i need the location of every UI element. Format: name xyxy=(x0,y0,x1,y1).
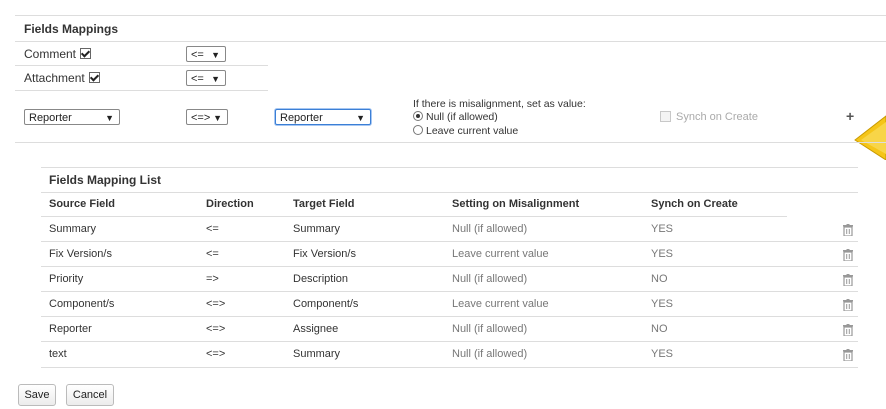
cell-setting: Null (if allowed) xyxy=(452,348,528,360)
cell-setting: Leave current value xyxy=(452,248,549,260)
header-direction: Direction xyxy=(206,198,254,210)
row-divider xyxy=(15,65,268,66)
cell-direction: <=> xyxy=(206,298,226,310)
cell-source: Summary xyxy=(49,223,97,235)
attachment-checkbox[interactable] xyxy=(88,72,100,84)
radio-leave[interactable] xyxy=(413,125,423,136)
row-divider xyxy=(41,266,858,267)
attachment-label: Attachment xyxy=(24,71,85,85)
title-divider xyxy=(15,41,886,42)
trash-icon[interactable] xyxy=(843,349,853,361)
cell-direction: <=> xyxy=(206,348,226,360)
row-divider xyxy=(15,90,268,91)
comment-checkbox[interactable] xyxy=(80,48,92,60)
save-button[interactable]: Save xyxy=(18,384,56,406)
row-divider xyxy=(41,241,858,242)
cell-synch: NO xyxy=(651,273,668,285)
cell-target: Description xyxy=(293,273,349,285)
row-divider xyxy=(41,316,858,317)
option-null[interactable]: Null (if allowed) xyxy=(413,111,498,123)
cell-direction: <= xyxy=(206,248,219,260)
section-divider xyxy=(15,142,886,143)
chevron-down-icon: ▼ xyxy=(356,113,365,123)
cell-target: Summary xyxy=(293,223,341,235)
header-divider xyxy=(41,216,787,217)
trash-icon[interactable] xyxy=(843,299,853,311)
trash-icon[interactable] xyxy=(843,324,853,336)
comment-row: Comment xyxy=(24,47,92,61)
cell-source: text xyxy=(49,348,67,360)
cell-target: Assignee xyxy=(293,323,339,335)
list-title-divider xyxy=(41,192,858,193)
header-synch: Synch on Create xyxy=(651,198,738,210)
option-leave[interactable]: Leave current value xyxy=(413,125,518,137)
chevron-down-icon: ▼ xyxy=(105,113,114,123)
row-divider xyxy=(41,291,858,292)
trash-icon[interactable] xyxy=(843,224,853,236)
cell-target: Fix Version/s xyxy=(293,248,356,260)
row-divider xyxy=(41,367,858,368)
row-divider xyxy=(41,341,858,342)
section-title: Fields Mappings xyxy=(24,22,119,36)
list-top-divider xyxy=(41,167,858,168)
chevron-down-icon: ▼ xyxy=(211,74,220,84)
cell-setting: Leave current value xyxy=(452,298,549,310)
arrow-cursor-icon xyxy=(854,115,886,160)
cell-direction: <= xyxy=(206,223,219,235)
direction-select[interactable]: <=> ▼ xyxy=(186,109,228,125)
cell-direction: <=> xyxy=(206,323,226,335)
cell-source: Reporter xyxy=(49,323,92,335)
cell-target: Component/s xyxy=(293,298,359,310)
header-setting: Setting on Misalignment xyxy=(452,198,580,210)
list-title: Fields Mapping List xyxy=(49,173,162,187)
cell-source: Component/s xyxy=(49,298,115,310)
cell-synch: NO xyxy=(651,323,668,335)
comment-label: Comment xyxy=(24,47,77,61)
chevron-down-icon: ▼ xyxy=(213,113,222,123)
cell-setting: Null (if allowed) xyxy=(452,223,528,235)
misalignment-prompt: If there is misalignment, set as value: xyxy=(413,98,586,110)
cell-source: Fix Version/s xyxy=(49,248,112,260)
synch-on-create-checkbox[interactable] xyxy=(660,110,671,122)
comment-direction-select[interactable]: <= ▼ xyxy=(186,46,226,62)
cell-synch: YES xyxy=(651,248,674,260)
cell-synch: YES xyxy=(651,298,674,310)
cell-synch: YES xyxy=(651,223,674,235)
target-field-select[interactable]: Reporter ▼ xyxy=(275,109,371,125)
trash-icon[interactable] xyxy=(843,249,853,261)
source-field-select[interactable]: Reporter ▼ xyxy=(24,109,120,125)
attachment-row: Attachment xyxy=(24,71,100,85)
cell-setting: Null (if allowed) xyxy=(452,273,528,285)
radio-null[interactable] xyxy=(413,111,423,122)
header-target-field: Target Field xyxy=(293,198,355,210)
cancel-button[interactable]: Cancel xyxy=(66,384,114,406)
trash-icon[interactable] xyxy=(843,274,853,286)
cell-direction: => xyxy=(206,273,219,285)
cell-target: Summary xyxy=(293,348,341,360)
cell-setting: Null (if allowed) xyxy=(452,323,528,335)
cell-source: Priority xyxy=(49,273,84,285)
chevron-down-icon: ▼ xyxy=(211,50,220,60)
header-source-field: Source Field xyxy=(49,198,116,210)
synch-on-create-option[interactable]: Synch on Create xyxy=(660,110,758,123)
cell-synch: YES xyxy=(651,348,674,360)
top-divider xyxy=(15,15,886,16)
attachment-direction-select[interactable]: <= ▼ xyxy=(186,70,226,86)
